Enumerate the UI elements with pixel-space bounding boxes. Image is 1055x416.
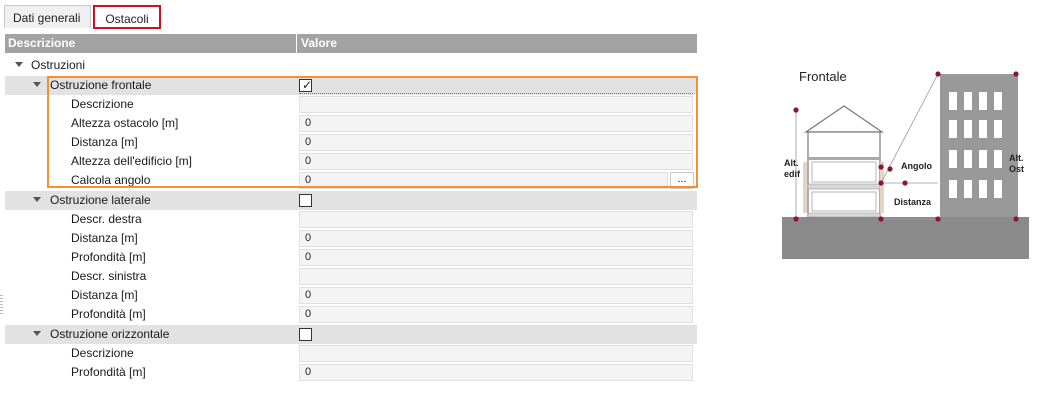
property-label: Descr. destra	[71, 212, 142, 226]
value-field[interactable]: 0	[299, 306, 693, 323]
chevron-down-icon[interactable]	[33, 331, 41, 336]
label-alt-edif: edif	[784, 169, 801, 179]
label-alt-ost: Ost	[1009, 164, 1024, 174]
value-field[interactable]	[299, 211, 693, 228]
value-field[interactable]: 0	[299, 287, 693, 304]
label-angolo: Angolo	[901, 161, 932, 171]
property-label: Descr. sinistra	[71, 269, 147, 283]
tab-ostacoli[interactable]: Ostacoli	[93, 5, 161, 29]
property-row: Distanza [m] 0	[5, 229, 697, 248]
group-row-ostruzione-laterale[interactable]: Ostruzione laterale	[5, 191, 697, 210]
category-row-ostruzioni[interactable]: Ostruzioni	[5, 56, 697, 75]
column-header-descrizione[interactable]: Descrizione	[5, 34, 297, 53]
tab-dati-generali[interactable]: Dati generali	[4, 5, 91, 28]
grid-header: Descrizione Valore	[5, 34, 697, 53]
house-floor	[807, 183, 881, 190]
checkbox-ostruzione-orizzontale[interactable]	[299, 328, 312, 341]
chevron-down-icon[interactable]	[15, 62, 23, 67]
ground	[782, 217, 1029, 259]
checkbox-ostruzione-laterale[interactable]	[299, 194, 312, 207]
label-distanza: Distanza	[894, 197, 932, 207]
chevron-down-icon[interactable]	[33, 197, 41, 202]
house-roof	[804, 105, 884, 133]
property-row: Descr. sinistra	[5, 267, 697, 286]
value-field[interactable]: 0	[299, 230, 693, 247]
property-label: Profondità [m]	[71, 250, 146, 264]
value-field[interactable]	[299, 345, 693, 362]
property-row: Profondità [m] 0	[5, 305, 697, 324]
property-row: Descr. destra	[5, 210, 697, 229]
group-label: Ostruzione orizzontale	[50, 327, 170, 341]
value-field[interactable]: 0	[299, 249, 693, 266]
value-field[interactable]	[299, 268, 693, 285]
label-alt-ost: Alt.	[1009, 153, 1024, 163]
frontale-diagram: Frontale Alt. edif Angolo Alt. Ost Dista…	[782, 69, 1029, 259]
property-row: Descrizione	[5, 344, 697, 363]
property-row: Profondità [m] 0	[5, 363, 697, 382]
column-header-valore[interactable]: Valore	[298, 34, 697, 53]
highlight-frame	[47, 76, 698, 188]
property-row: Distanza [m] 0	[5, 286, 697, 305]
property-label: Distanza [m]	[71, 288, 138, 302]
house-body	[807, 131, 881, 218]
label-alt-edif: Alt.	[784, 158, 799, 168]
diagram-title: Frontale	[799, 69, 847, 84]
house-brick	[880, 162, 884, 213]
group-row-ostruzione-orizzontale[interactable]: Ostruzione orizzontale	[5, 325, 697, 344]
chevron-down-icon[interactable]	[33, 82, 41, 87]
property-label: Profondità [m]	[71, 365, 146, 379]
group-label: Ostruzione laterale	[50, 193, 151, 207]
category-label: Ostruzioni	[31, 58, 86, 72]
value-field[interactable]: 0	[299, 364, 693, 381]
property-label: Descrizione	[71, 346, 134, 360]
house-floor	[807, 212, 881, 218]
property-label: Distanza [m]	[71, 231, 138, 245]
property-row: Profondità [m] 0	[5, 248, 697, 267]
house-brick	[803, 162, 807, 213]
house-floor	[808, 157, 880, 160]
splitter-grip[interactable]	[0, 295, 3, 315]
property-label: Profondità [m]	[71, 307, 146, 321]
